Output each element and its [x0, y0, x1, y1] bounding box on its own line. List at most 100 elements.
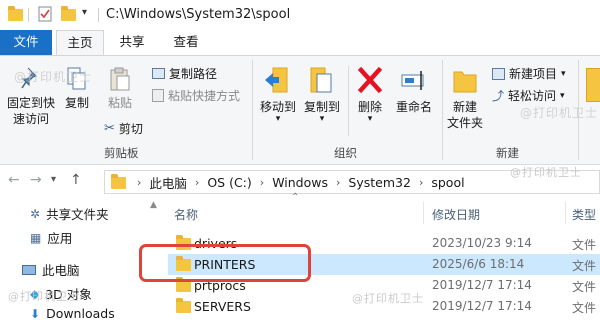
breadcrumb-system32[interactable]: System32: [348, 175, 411, 190]
new-group-label: 新建: [496, 146, 519, 160]
new-item-icon: [492, 67, 505, 80]
watermark: @打印机卫士: [520, 106, 599, 120]
paste-shortcut-label: 粘贴快捷方式: [168, 89, 241, 103]
recent-dropdown-icon[interactable]: ▾: [51, 174, 56, 185]
cut-label: 剪切: [118, 122, 143, 136]
rename-icon: [399, 64, 429, 96]
paste-icon: [108, 66, 132, 92]
tab-file[interactable]: 文件: [0, 30, 52, 55]
copy-to-button[interactable]: 复制到 ▾: [300, 64, 344, 124]
paste-button[interactable]: 粘贴: [100, 66, 140, 111]
chevron-right-icon[interactable]: ›: [195, 176, 199, 189]
column-header-name[interactable]: 名称: [174, 206, 198, 223]
copy-path-button[interactable]: 复制路径: [152, 65, 217, 82]
new-folder-label-line2: 文件夹: [446, 116, 483, 130]
file-name: SERVERS: [194, 299, 251, 314]
column-header-modified[interactable]: 修改日期: [432, 206, 480, 223]
easy-access-icon: ⤴: [492, 89, 505, 103]
delete-dropdown-icon: ▾: [367, 114, 373, 124]
copy-label: 复制: [64, 96, 89, 110]
chevron-right-icon[interactable]: ›: [260, 176, 264, 189]
copy-path-label: 复制路径: [169, 67, 218, 81]
chevron-right-icon[interactable]: ›: [419, 176, 423, 189]
sort-ascending-icon: ⌃: [291, 192, 300, 203]
file-type: 文件: [572, 280, 597, 294]
quick-access-dropdown-icon[interactable]: ▾: [82, 7, 87, 18]
move-to-button[interactable]: 移动到 ▾: [256, 64, 300, 124]
new-folder-button[interactable]: 新建 文件夹: [444, 64, 486, 131]
pin-label-line2: 速访问: [12, 112, 49, 126]
file-type: 文件: [572, 301, 597, 315]
column-divider[interactable]: [423, 202, 424, 224]
group-separator: [252, 60, 253, 160]
navigation-row: ← → ▾ ↑ › 此电脑 › OS (C:) › Windows › Syst…: [0, 166, 600, 198]
clipboard-group-label: 剪贴板: [104, 146, 139, 160]
forward-arrow-icon[interactable]: →: [30, 172, 42, 188]
file-date: 2019/12/7 17:14: [432, 278, 532, 292]
tab-view[interactable]: 查看: [164, 30, 208, 55]
nav-item-label: Downloads: [46, 306, 115, 320]
address-folder-icon: [111, 173, 127, 189]
file-date: 2019/12/7 17:14: [432, 299, 532, 313]
nav-item-shared-folders[interactable]: ✲ 共享文件夹: [30, 204, 109, 223]
nav-item-label: 此电脑: [42, 263, 80, 278]
organize-group-label: 组织: [334, 146, 357, 160]
nav-item-this-pc[interactable]: 此电脑: [22, 260, 80, 279]
paste-shortcut-icon: [152, 89, 164, 102]
new-item-button[interactable]: 新建项目 ▾: [492, 65, 566, 82]
easy-access-button[interactable]: ⤴ 轻松访问 ▾: [492, 87, 565, 104]
chevron-right-icon[interactable]: ›: [336, 176, 340, 189]
group-separator: [442, 60, 443, 160]
group-separator: [348, 66, 349, 136]
breadcrumb-os-c[interactable]: OS (C:): [207, 175, 251, 190]
watermark: @打印机卫士: [14, 70, 93, 84]
ribbon: 固定到快 速访问 复制 粘贴 复制路径 粘贴快捷方式 ✂ 剪切 剪贴板 移动到 …: [0, 55, 600, 165]
nav-item-apps[interactable]: ▦ 应用: [30, 228, 72, 247]
nav-item-label: 共享文件夹: [46, 207, 109, 222]
cut-button[interactable]: ✂ 剪切: [104, 120, 143, 137]
pin-label-line1: 固定到快: [6, 96, 55, 110]
move-to-icon: [263, 64, 293, 96]
tab-home[interactable]: 主页: [56, 30, 104, 55]
copy-path-icon: [152, 68, 165, 79]
delete-button[interactable]: 删除 ▾: [352, 64, 388, 124]
chevron-right-icon[interactable]: ›: [137, 176, 141, 189]
rename-button[interactable]: 重命名: [392, 64, 436, 115]
paste-shortcut-button[interactable]: 粘贴快捷方式: [152, 87, 240, 104]
back-arrow-icon[interactable]: ←: [8, 172, 20, 188]
breadcrumb-spool[interactable]: spool: [431, 175, 464, 190]
share-icon: ✲: [30, 206, 41, 221]
column-divider[interactable]: [565, 202, 566, 224]
nav-item-downloads[interactable]: ⬇ Downloads: [30, 306, 115, 320]
breadcrumb-windows[interactable]: Windows: [272, 175, 328, 190]
new-folder-icon: [452, 64, 478, 96]
cut-icon: ✂: [104, 121, 115, 136]
new-folder-label-line1: 新建: [452, 100, 477, 114]
title-separator: [28, 8, 29, 22]
column-header-type[interactable]: 类型: [572, 206, 596, 223]
easy-access-dropdown-icon: ▾: [560, 90, 565, 101]
new-item-dropdown-icon: ▾: [561, 68, 566, 79]
apps-icon: ▦: [30, 230, 42, 245]
rename-label: 重命名: [395, 100, 432, 114]
up-arrow-icon[interactable]: ↑: [70, 172, 82, 188]
file-type: 文件: [572, 259, 597, 273]
copy-to-label: 复制到: [303, 100, 340, 114]
scroll-up-icon[interactable]: ▲: [150, 200, 157, 210]
delete-label: 删除: [357, 100, 382, 114]
watermark: @打印机卫士: [352, 292, 424, 305]
window-title: C:\Windows\System32\spool: [106, 7, 291, 22]
delete-x-icon: [357, 64, 383, 96]
title-bar: ▾ C:\Windows\System32\spool: [0, 0, 600, 30]
breadcrumb-this-pc[interactable]: 此电脑: [149, 173, 187, 192]
computer-icon: [22, 264, 36, 275]
nav-item-label: 应用: [47, 231, 73, 246]
navigation-pane: ✲ 共享文件夹 ▦ 应用 此电脑 ◆ 3D 对象 ⬇ Downloads @打印…: [0, 198, 148, 320]
move-to-dropdown-icon: ▾: [275, 114, 281, 124]
file-date: 2025/6/6 18:14: [432, 257, 525, 271]
properties-quick-icon[interactable]: [38, 6, 52, 22]
tab-share[interactable]: 共享: [110, 30, 154, 55]
annotation-highlight-box: [139, 244, 311, 282]
watermark: @打印机卫士: [510, 166, 582, 179]
properties-icon[interactable]: [586, 68, 600, 102]
